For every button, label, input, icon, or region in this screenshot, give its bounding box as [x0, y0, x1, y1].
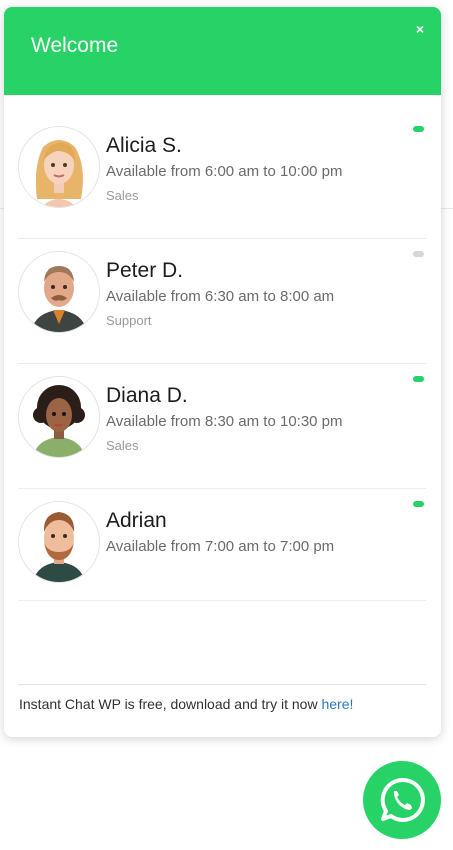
- status-indicator: [413, 126, 424, 132]
- whatsapp-icon: [380, 777, 425, 822]
- avatar: [18, 251, 100, 333]
- avatar: [18, 376, 100, 458]
- agent-item[interactable]: Peter D. Available from 6:30 am to 8:00 …: [18, 239, 426, 364]
- avatar-male-mustache-icon: [19, 252, 99, 332]
- agent-name: Diana D.: [106, 384, 188, 407]
- agent-department: Sales: [106, 438, 139, 453]
- footer-divider: [18, 684, 426, 685]
- footer-message: Instant Chat WP is free, download and tr…: [19, 696, 322, 712]
- agent-item[interactable]: Diana D. Available from 8:30 am to 10:30…: [18, 364, 426, 489]
- status-indicator: [413, 376, 424, 382]
- avatar: [18, 501, 100, 583]
- agent-department: Support: [106, 313, 152, 328]
- agent-name: Alicia S.: [106, 134, 182, 157]
- avatar-male-beard-icon: [19, 502, 99, 582]
- close-button[interactable]: ×: [411, 20, 429, 38]
- agent-list: Alicia S. Available from 6:00 am to 10:0…: [18, 114, 426, 601]
- avatar: [18, 126, 100, 208]
- agent-name: Adrian: [106, 509, 167, 532]
- status-indicator: [413, 501, 424, 507]
- whatsapp-launcher-button[interactable]: [363, 761, 441, 839]
- chat-widget: Welcome × Alicia S. Available from 6:00 …: [4, 7, 441, 737]
- avatar-female-blonde-icon: [19, 127, 99, 207]
- footer-text: Instant Chat WP is free, download and tr…: [19, 696, 353, 712]
- avatar-female-curly-icon: [19, 377, 99, 457]
- download-link[interactable]: here!: [321, 696, 353, 712]
- status-indicator: [413, 251, 424, 257]
- agent-hours: Available from 8:30 am to 10:30 pm: [106, 413, 343, 430]
- agent-item[interactable]: Adrian Available from 7:00 am to 7:00 pm: [18, 489, 426, 601]
- agent-department: Sales: [106, 188, 139, 203]
- agent-hours: Available from 7:00 am to 7:00 pm: [106, 538, 335, 555]
- agent-hours: Available from 6:00 am to 10:00 pm: [106, 163, 343, 180]
- widget-header: Welcome ×: [4, 7, 441, 95]
- agent-hours: Available from 6:30 am to 8:00 am: [106, 288, 335, 305]
- widget-title: Welcome: [31, 34, 119, 57]
- agent-item[interactable]: Alicia S. Available from 6:00 am to 10:0…: [18, 114, 426, 239]
- agent-name: Peter D.: [106, 259, 184, 282]
